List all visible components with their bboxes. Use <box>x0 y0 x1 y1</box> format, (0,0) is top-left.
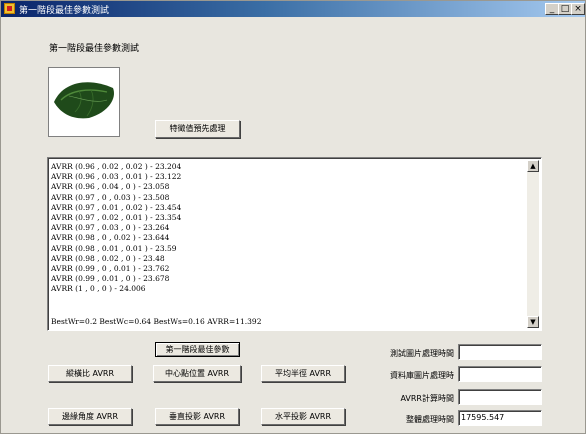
total-time-label: 整體處理時間 <box>406 415 454 424</box>
minimize-button[interactable]: _ <box>545 3 559 15</box>
maximize-button[interactable]: □ <box>558 3 572 15</box>
results-lines: AVRR (0.96 , 0.02 , 0.02 ) - 23.204 AVRR… <box>51 162 181 295</box>
scroll-up-arrow-icon[interactable]: ▲ <box>527 160 539 172</box>
form-heading: 第一階段最佳參數測試 <box>49 44 140 54</box>
vertical-projection-avrr-button[interactable]: 垂直投影 AVRR <box>155 408 239 425</box>
list-item: AVRR (0.97 , 0.01 , 0.02 ) - 23.454 <box>51 202 182 212</box>
preprocess-button[interactable]: 特徵值預先處理 <box>155 120 240 138</box>
list-item: AVRR (0.97 , 0.02 , 0.01 ) - 23.354 <box>51 213 182 223</box>
app-window: 第一階段最佳參數測試 _ □ × 第一階段最佳參數測試 特徵值預先處理 AVRR… <box>0 0 586 434</box>
results-listbox[interactable]: AVRR (0.96 , 0.02 , 0.02 ) - 23.204 AVRR… <box>47 157 542 331</box>
db-image-time-field[interactable] <box>458 366 542 382</box>
avrr-time-label: AVRR計算時間 <box>400 394 454 403</box>
mean-radius-avrr-button[interactable]: 平均半徑 AVRR <box>261 365 345 382</box>
total-time-field[interactable]: 17595.547 <box>458 410 542 426</box>
edge-angle-avrr-button[interactable]: 邊緣角度 AVRR <box>48 408 132 425</box>
list-item: AVRR (0.98 , 0.01 , 0.01 ) - 23.59 <box>51 243 177 253</box>
list-item: AVRR (0.99 , 0.01 , 0 ) - 23.678 <box>51 274 170 284</box>
stage1-best-params-button[interactable]: 第一階段最佳參數 <box>155 342 240 357</box>
list-item: AVRR (0.98 , 0 , 0.02 ) - 23.644 <box>51 233 170 243</box>
scroll-down-arrow-icon[interactable]: ▼ <box>527 316 539 328</box>
list-item: AVRR (0.97 , 0 , 0.03 ) - 23.508 <box>51 192 170 202</box>
test-image-time-field[interactable] <box>458 344 542 360</box>
close-button[interactable]: × <box>571 3 585 15</box>
best-weights-summary: BestWr=0.2 BestWc=0.64 BestWs=0.16 AVRR=… <box>51 317 262 326</box>
list-item: AVRR (1 , 0 , 0 ) - 24.006 <box>51 284 146 294</box>
list-item: AVRR (0.99 , 0 , 0.01 ) - 23.762 <box>51 264 170 274</box>
vertical-scrollbar[interactable]: ▲ ▼ <box>527 160 539 328</box>
avrr-time-field[interactable] <box>458 389 542 405</box>
window-title: 第一階段最佳參數測試 <box>19 6 110 16</box>
db-image-time-label: 資料庫圖片處理時 <box>390 371 454 380</box>
app-icon <box>4 3 15 14</box>
aspect-ratio-avrr-button[interactable]: 縱橫比 AVRR <box>48 365 132 382</box>
list-item: AVRR (0.98 , 0.02 , 0 ) - 23.48 <box>51 253 165 263</box>
centroid-avrr-button[interactable]: 中心點位置 AVRR <box>153 365 241 382</box>
leaf-picturebox <box>48 67 120 137</box>
list-item: AVRR (0.96 , 0.02 , 0.02 ) - 23.204 <box>51 162 182 171</box>
test-image-time-label: 測試圖片處理時間 <box>390 349 454 358</box>
horizontal-projection-avrr-button[interactable]: 水平投影 AVRR <box>261 408 345 425</box>
leaf-image <box>54 82 114 119</box>
list-item: AVRR (0.96 , 0.03 , 0.01 ) - 23.122 <box>51 172 182 182</box>
list-item: AVRR (0.97 , 0.03 , 0 ) - 23.264 <box>51 223 170 233</box>
list-item: AVRR (0.96 , 0.04 , 0 ) - 23.058 <box>51 182 170 192</box>
title-bar: 第一階段最佳參數測試 _ □ × <box>1 1 585 17</box>
